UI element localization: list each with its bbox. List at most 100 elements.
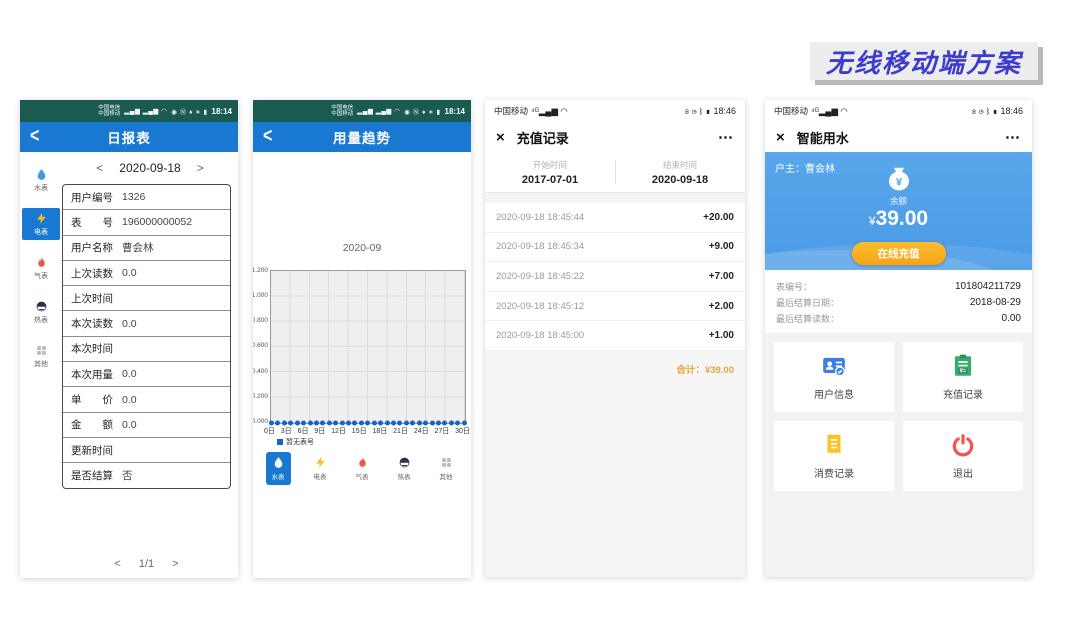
sidebar-label: 电表 [34,227,48,237]
card-label: 充值记录 [943,386,983,401]
info-value: 0.00 [1002,313,1021,324]
phone-smart-water: 中国移动 ⁴ᴳ▂▄▆ ◠ ◉ ◷ ᛒ ▮ 18:46 × 智能用水 ⋯ 户主：曹… [765,100,1032,577]
field-value: 1326 [122,191,145,203]
header-title: 智能用水 [797,128,849,147]
header-title: 日报表 [20,127,238,147]
x-axis-ticks: 0日3日 6日9日 12日15日 18日21日 24日27日 30日 [264,426,470,436]
record-time: 2020-09-18 18:45:12 [496,301,584,312]
chart-title: 2020-09 [253,242,471,254]
tab-other[interactable]: 其他 [434,452,459,485]
signal-icons: ⁴ᴳ▂▄▆ ◠ [811,106,848,117]
table-row: 本次时间 [63,337,230,362]
tab-gas[interactable]: 气表 [350,452,375,485]
field-label: 上次时间 [71,291,113,306]
sidebar-item-other[interactable]: 其他 [22,340,60,372]
prev-page-button[interactable]: < [114,558,120,570]
close-icon[interactable]: × [496,130,505,145]
tab-water[interactable]: 水表 [266,452,291,485]
prev-day-button[interactable]: < [96,161,103,175]
next-day-button[interactable]: > [197,161,204,175]
divider [615,160,616,184]
info-value: 101804211729 [955,281,1021,292]
date-range-filter: 开始时间 2017-07-01 结束时间 2020-09-18 [485,152,745,193]
table-row: 表 号196000000052 [63,210,230,235]
signal-icons: ⁴ᴳ▂▄▆ ◠ [531,106,568,117]
exit-icon [950,432,976,458]
phone-daily-report: 中国电信中国移动 ▂▄▆ ▂▄▆ ◠ ◉ Ⓝ ♦ ∗ ▮ 18:14 < 日报表… [20,100,238,578]
field-value: 196000000052 [122,216,192,228]
chart-plot-area[interactable] [270,270,466,424]
list-item: 2020-09-18 18:45:12 +2.00 [485,292,745,322]
more-menu-icon[interactable]: ⋯ [1005,128,1021,146]
table-row: 用户编号 1326 [63,185,230,210]
signal-icons: ▂▄▆ ▂▄▆ ◠ [357,107,400,115]
back-icon[interactable]: < [263,127,272,147]
online-recharge-button[interactable]: 在线充值 [852,242,946,265]
heat-meter-icon [398,456,411,469]
record-amount: +20.00 [703,212,734,223]
field-label: 用户编号 [71,190,113,205]
status-icons: ◉ ◷ ᛒ ▮ [685,107,711,116]
table-row: 本次读数0.0 [63,311,230,336]
field-label: 本次时间 [71,341,113,356]
sidebar-item-water[interactable]: 水表 [22,164,60,196]
status-bar: 中国移动 ⁴ᴳ▂▄▆ ◠ ◉ ◷ ᛒ ▮ 18:46 [485,100,745,122]
list-item: 2020-09-18 18:45:00+1.00 [485,321,745,351]
total-value: ¥39.00 [705,365,734,376]
water-drop-icon [35,168,48,181]
record-amount: +2.00 [709,301,734,312]
heat-meter-icon [35,300,48,313]
status-bar: 中国电信中国移动 ▂▄▆ ▂▄▆ ◠ ◉ Ⓝ ♦ ∗ ▮ 18:14 [20,100,238,122]
sidebar-label: 热表 [34,315,48,325]
user-info-card[interactable]: 用户信息 [774,342,894,412]
meter-type-sidebar: 水表 电表 气表 热表 其他 [20,152,62,578]
header-title: 用量趋势 [253,127,471,147]
more-menu-icon[interactable]: ⋯ [718,128,734,146]
flame-icon [356,456,369,469]
tab-heat[interactable]: 热表 [392,452,417,485]
owner-name: 曹会林 [805,164,835,175]
field-label: 更新时间 [71,443,113,458]
balance-label: 余额 [890,195,907,207]
page-indicator: 1/1 [139,558,154,570]
meter-info-panel: 表编号：101804211729 最后结算日期：2018-08-29 最后结算读… [765,270,1032,333]
currency-symbol: ¥ [869,214,876,228]
header-title: 充值记录 [517,128,569,147]
start-date-picker[interactable]: 开始时间 2017-07-01 [485,152,615,192]
current-date[interactable]: 2020-09-18 [119,161,180,175]
close-icon[interactable]: × [776,130,785,145]
exit-card[interactable]: 退出 [903,421,1023,491]
consumption-record-card[interactable]: 消费记录 [774,421,894,491]
total-label: 合计： [676,365,705,376]
pagination: < 1/1 > [62,558,231,570]
legend-label: 暂无表号 [286,437,314,447]
card-label: 退出 [953,465,973,480]
app-header: < 用量趋势 [253,122,471,152]
field-label: 上次读数 [71,266,113,281]
sidebar-item-electric[interactable]: 电表 [22,208,60,240]
table-row: 是否结算否 [63,463,230,487]
status-bar: 中国电信中国移动 ▂▄▆ ▂▄▆ ◠ ◉ Ⓝ ♦ ∗ ▮ 18:14 [253,100,471,122]
home-menu-grid: 用户信息 充值记录 消费记录 退出 [765,333,1032,577]
sidebar-item-gas[interactable]: 气表 [22,252,60,284]
field-label: 本次用量 [71,367,113,382]
next-page-button[interactable]: > [172,558,178,570]
clock-text: 18:14 [212,107,232,116]
recharge-record-card[interactable]: 充值记录 [903,342,1023,412]
end-date-picker[interactable]: 结束时间 2020-09-18 [615,152,745,192]
phone-recharge-records: 中国移动 ⁴ᴳ▂▄▆ ◠ ◉ ◷ ᛒ ▮ 18:46 × 充值记录 ⋯ 开始时间… [485,100,745,577]
back-icon[interactable]: < [30,127,39,147]
field-label: 单 价 [71,392,113,407]
info-row: 最后结算日期：2018-08-29 [776,294,1021,310]
water-drop-icon [272,456,285,469]
sidebar-item-heat[interactable]: 热表 [22,296,60,328]
carrier-label: 中国移动 [494,105,528,117]
table-row: 金 额0.0 [63,413,230,438]
field-value: 0.0 [122,368,137,380]
tab-electric[interactable]: 电表 [308,452,333,485]
field-label: 是否结算 [71,468,113,483]
consumption-record-icon [821,432,847,458]
owner-label: 户主： [775,164,805,175]
grid-icon [35,344,48,357]
clock-text: 18:46 [713,106,736,116]
